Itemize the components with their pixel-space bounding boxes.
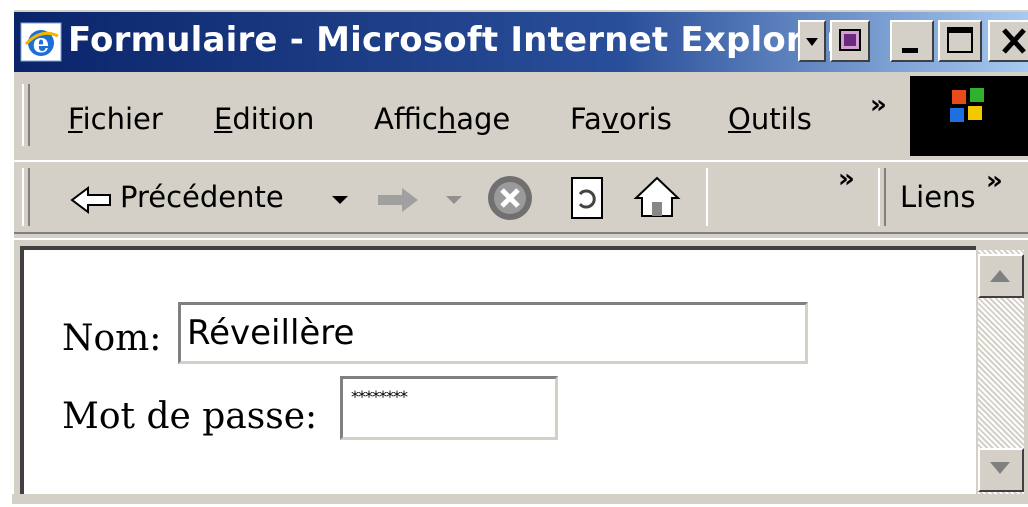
- menu-outils[interactable]: Outils: [728, 102, 812, 136]
- links-grip[interactable]: [878, 168, 886, 226]
- name-label: Nom:: [62, 318, 162, 359]
- window-bottom-border: [12, 494, 1028, 504]
- menu-overflow[interactable]: »: [870, 90, 887, 120]
- toolbar-divider: [14, 232, 1028, 240]
- minimize-icon: [902, 48, 918, 53]
- close-icon: [1002, 28, 1026, 54]
- standard-toolbar: Précédente » Liens »: [14, 160, 1028, 234]
- home-icon[interactable]: [632, 172, 682, 222]
- ie-window-icon-button[interactable]: [830, 20, 870, 62]
- close-button[interactable]: [988, 20, 1028, 62]
- menu-bar: Fichier Edition Affichage Favoris Outils…: [14, 76, 1028, 156]
- back-dropdown-icon[interactable]: [330, 192, 350, 212]
- scroll-up-button[interactable]: [978, 254, 1024, 298]
- arrow-down-icon: [990, 462, 1010, 474]
- toolbar-separator: [706, 168, 708, 226]
- minimize-button[interactable]: [890, 20, 934, 62]
- maximize-button[interactable]: [938, 20, 982, 62]
- window-icon: [839, 29, 861, 51]
- title-bar[interactable]: e Formulaire - Microsoft Internet Explor…: [14, 12, 1028, 72]
- menu-affichage[interactable]: Affichage: [374, 102, 510, 136]
- back-button[interactable]: Précédente: [64, 172, 348, 224]
- page-content: [20, 246, 976, 494]
- name-field[interactable]: [178, 302, 808, 364]
- toolbar-grip[interactable]: [22, 168, 30, 226]
- chevron-down-icon: [806, 38, 818, 46]
- forward-dropdown-icon[interactable]: [444, 192, 464, 212]
- internet-explorer-icon: e: [20, 22, 62, 62]
- back-label: Précédente: [120, 180, 284, 214]
- links-overflow[interactable]: »: [986, 166, 1003, 196]
- menu-grip[interactable]: [22, 84, 30, 146]
- refresh-icon[interactable]: [566, 174, 610, 224]
- password-field[interactable]: ********: [340, 376, 558, 440]
- password-masked-value: ********: [351, 387, 408, 406]
- back-arrow-icon: [70, 186, 111, 214]
- arrow-up-icon: [990, 270, 1010, 282]
- stop-icon[interactable]: [484, 172, 538, 226]
- scroll-down-button[interactable]: [978, 448, 1024, 492]
- password-label: Mot de passe:: [62, 396, 318, 437]
- links-label[interactable]: Liens: [900, 180, 976, 214]
- toolbar-overflow[interactable]: »: [838, 164, 855, 194]
- windows-logo: [910, 76, 1028, 156]
- menu-edition[interactable]: Edition: [214, 102, 314, 136]
- vertical-scrollbar[interactable]: [978, 250, 1024, 494]
- forward-arrow-icon[interactable]: [374, 184, 424, 220]
- window-title: Formulaire - Microsoft Internet Explorer: [68, 20, 844, 60]
- windows-flag-icon: [950, 88, 984, 122]
- menu-fichier[interactable]: Fichier: [68, 102, 163, 136]
- menu-favoris[interactable]: Favoris: [570, 102, 672, 136]
- dropdown-button[interactable]: [798, 20, 826, 62]
- maximize-icon: [947, 27, 973, 53]
